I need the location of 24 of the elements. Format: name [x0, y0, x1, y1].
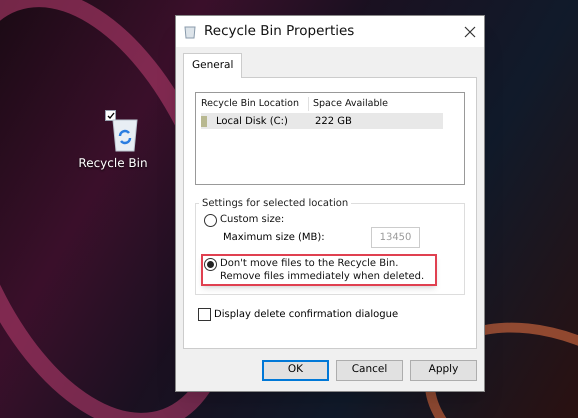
option-label[interactable]: Don't move files to the Recycle Bin. Remove files immediately when deleted. [220, 256, 434, 283]
desktop-icon-label: Recycle Bin [78, 155, 148, 172]
tab[interactable]: General [183, 53, 242, 78]
location-name: Local Disk (C:) [216, 114, 289, 128]
checkbox-label[interactable]: Display delete confirmation dialogue [214, 306, 398, 322]
checkbox[interactable] [198, 308, 211, 321]
column-header[interactable]: Space Available [309, 96, 388, 111]
dialog-button[interactable]: OK [262, 360, 329, 380]
dialog-button[interactable]: Apply [410, 360, 477, 380]
drive-icon [201, 116, 207, 126]
radio-button[interactable] [204, 258, 217, 271]
group-title: Settings for selected location [199, 196, 352, 211]
selection-checkbox[interactable] [105, 110, 116, 121]
checkmark-icon [106, 112, 114, 120]
close-icon[interactable] [464, 26, 476, 38]
list-row[interactable]: Local Disk (C:) 222 GB [201, 113, 443, 129]
dialog-button[interactable]: Cancel [336, 360, 403, 380]
space-available: 222 GB [314, 114, 352, 128]
column-header[interactable]: Recycle Bin Location [201, 96, 309, 111]
field-label: Maximum size (MB): [223, 230, 326, 245]
recycle-bin-icon [184, 24, 196, 38]
option-label[interactable]: Custom size: [220, 212, 284, 226]
window-title: Recycle Bin Properties [204, 22, 356, 42]
radio-button[interactable] [204, 214, 217, 227]
